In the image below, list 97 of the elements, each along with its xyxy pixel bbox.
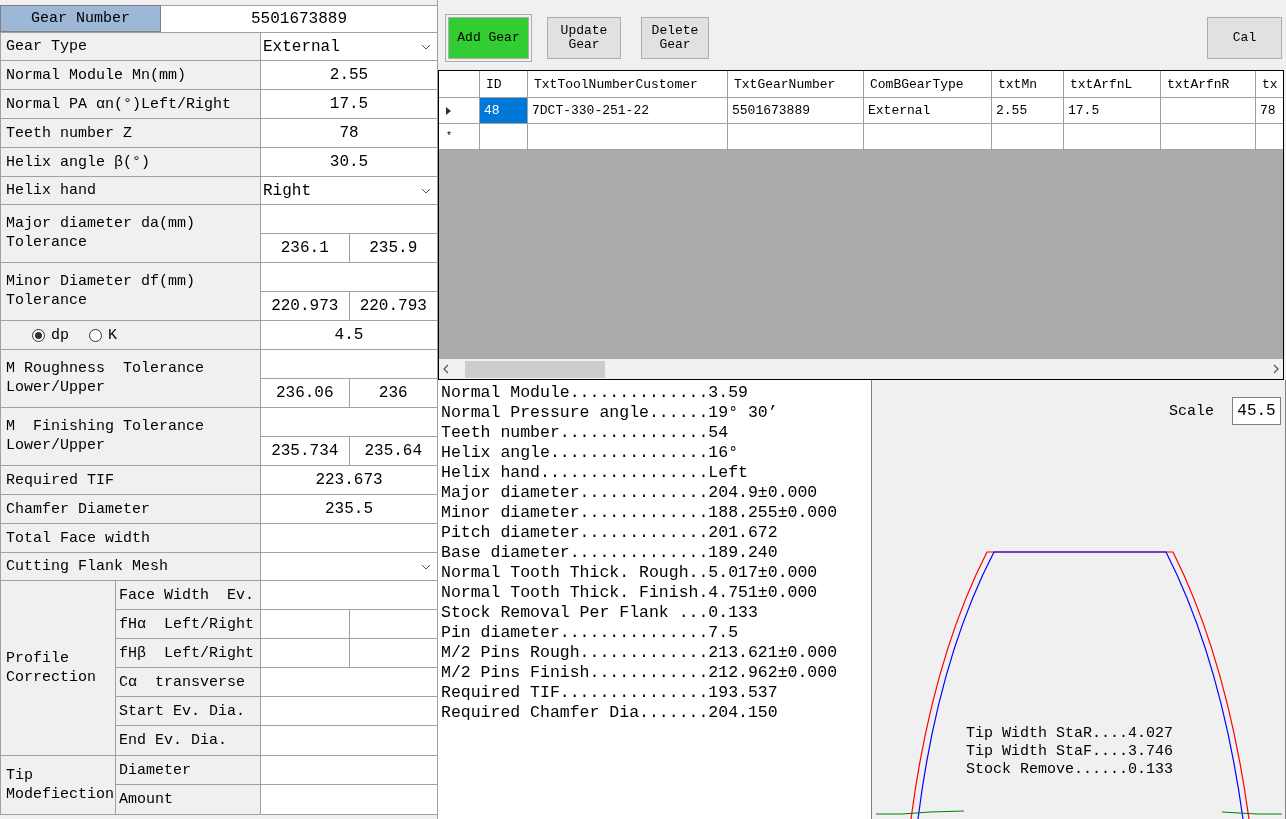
radio-label: K <box>108 326 118 344</box>
input-field[interactable] <box>261 785 437 814</box>
result-line: Pitch diameter.............201.672 <box>441 523 779 543</box>
input-field[interactable] <box>261 639 349 667</box>
field-label: Lower/Upper <box>6 378 106 397</box>
column-header[interactable]: txtArfnR <box>1161 71 1256 97</box>
input-field[interactable]: 17.5 <box>261 90 437 118</box>
result-line: Teeth number...............54 <box>441 423 730 443</box>
field-label: Minor Diameter df(mm) <box>6 272 196 291</box>
chevron-down-icon <box>421 563 431 570</box>
input-field[interactable] <box>261 726 437 755</box>
column-header[interactable]: ComBGearType <box>864 71 992 97</box>
group-label: Tip Modefiection <box>6 766 115 804</box>
result-line: Helix angle................16° <box>441 443 740 463</box>
input-field[interactable]: 30.5 <box>261 148 437 176</box>
input-field[interactable] <box>261 205 437 234</box>
column-header[interactable]: TxtToolNumberCustomer <box>528 71 728 97</box>
radio-button[interactable] <box>89 328 102 342</box>
result-line: Helix hand.................Left <box>441 463 749 483</box>
input-field[interactable] <box>348 610 437 638</box>
input-field[interactable] <box>261 350 437 379</box>
toolbar-button[interactable]: Delete Gear <box>641 17 709 59</box>
input-field[interactable] <box>348 639 437 667</box>
chevron-down-icon <box>421 187 431 194</box>
result-line: Normal Module..............3.59 <box>441 383 749 403</box>
result-note: Tip Width StaR....4.027 <box>966 725 1174 743</box>
table-cell[interactable]: 5501673889 <box>728 98 864 123</box>
dropdown[interactable]: External <box>261 33 437 60</box>
input-field[interactable]: 220.793 <box>348 292 437 320</box>
input-field[interactable]: 236.1 <box>261 234 349 262</box>
result-line: Base diameter..............189.240 <box>441 543 779 563</box>
table-cell[interactable]: 7DCT-330-251-22 <box>528 98 728 123</box>
result-line: Major diameter.............204.9±0.000 <box>441 483 819 503</box>
table-cell[interactable]: 17.5 <box>1064 98 1161 123</box>
field-label: Gear Number <box>0 5 161 32</box>
scroll-right-icon <box>1273 364 1279 374</box>
input-field[interactable] <box>261 756 437 784</box>
result-line: Required Chamfer Dia.......204.150 <box>441 703 779 723</box>
input-field[interactable] <box>261 408 437 437</box>
column-header[interactable]: txtMn <box>992 71 1064 97</box>
column-header[interactable]: tx <box>1256 71 1283 97</box>
input-field[interactable] <box>261 610 349 638</box>
result-line: M/2 Pins Rough.............213.621±0.000 <box>441 643 839 663</box>
horizontal-scrollbar[interactable] <box>439 359 1283 379</box>
input-field[interactable] <box>261 581 437 609</box>
input-field[interactable]: 78 <box>261 119 437 147</box>
field-label: Tolerance <box>6 291 87 310</box>
field-label: Major diameter da(mm) <box>6 214 196 233</box>
new-row-marker: * <box>446 131 452 142</box>
result-line: Minor diameter.............188.255±0.000 <box>441 503 839 523</box>
chevron-down-icon <box>421 43 431 50</box>
result-line: Stock Removal Per Flank ...0.133 <box>441 603 759 623</box>
dropdown[interactable] <box>261 553 437 580</box>
result-line: Normal Tooth Thick. Finish.4.751±0.000 <box>441 583 819 603</box>
field-label: M Finishing Tolerance <box>6 417 205 436</box>
result-line: Pin diameter...............7.5 <box>441 623 740 643</box>
input-field[interactable]: 235.64 <box>348 437 437 465</box>
dropdown[interactable]: Right <box>261 177 437 204</box>
input-field[interactable] <box>261 263 437 292</box>
field-label: Tolerance <box>6 233 87 252</box>
radio-button[interactable] <box>32 328 45 342</box>
table-cell[interactable]: 78 <box>1256 98 1283 123</box>
table-cell[interactable]: External <box>864 98 992 123</box>
input-field[interactable]: 235.5 <box>261 495 437 523</box>
input-field[interactable]: 235.734 <box>261 437 349 465</box>
result-line: Normal Pressure angle......19° 30’ <box>441 403 779 423</box>
result-note: Stock Remove......0.133 <box>966 761 1174 779</box>
input-field[interactable]: 235.9 <box>348 234 437 262</box>
result-line: Normal Tooth Thick. Rough..5.017±0.000 <box>441 563 819 583</box>
input-field[interactable] <box>261 697 437 725</box>
table-cell[interactable]: 2.55 <box>992 98 1064 123</box>
column-header[interactable]: txtArfnL <box>1064 71 1161 97</box>
column-header[interactable]: TxtGearNumber <box>728 71 864 97</box>
toolbar-button[interactable]: Add Gear <box>448 17 529 59</box>
scale-field[interactable]: 45.5 <box>1232 397 1281 425</box>
input-field[interactable] <box>261 524 437 552</box>
result-line: Required TIF...............193.537 <box>441 683 779 703</box>
scroll-left-icon <box>443 364 449 374</box>
field-label: M Roughness Tolerance <box>6 359 205 378</box>
scale-label: Scale <box>1169 402 1214 420</box>
result-note: Tip Width StaF....3.746 <box>966 743 1174 761</box>
result-line: M/2 Pins Finish............212.962±0.000 <box>441 663 839 683</box>
input-field[interactable] <box>261 668 437 696</box>
toolbar-button[interactable]: Update Gear <box>547 17 621 59</box>
input-field[interactable]: 236 <box>348 379 437 407</box>
input-field[interactable]: 220.973 <box>261 292 349 320</box>
input-field[interactable]: 2.55 <box>261 61 437 89</box>
gear-number-field[interactable]: 5501673889 <box>161 5 437 32</box>
input-field[interactable]: 223.673 <box>261 466 437 494</box>
input-field[interactable]: 236.06 <box>261 379 349 407</box>
input-field[interactable]: 4.5 <box>261 321 437 349</box>
group-label: Profile Correction <box>6 649 97 687</box>
radio-label: dp <box>51 326 69 344</box>
table-cell[interactable]: 48 <box>480 98 528 123</box>
column-header[interactable]: ID <box>480 71 528 97</box>
field-label: Lower/Upper <box>6 436 106 455</box>
calculate-button[interactable]: Cal <box>1207 17 1282 59</box>
